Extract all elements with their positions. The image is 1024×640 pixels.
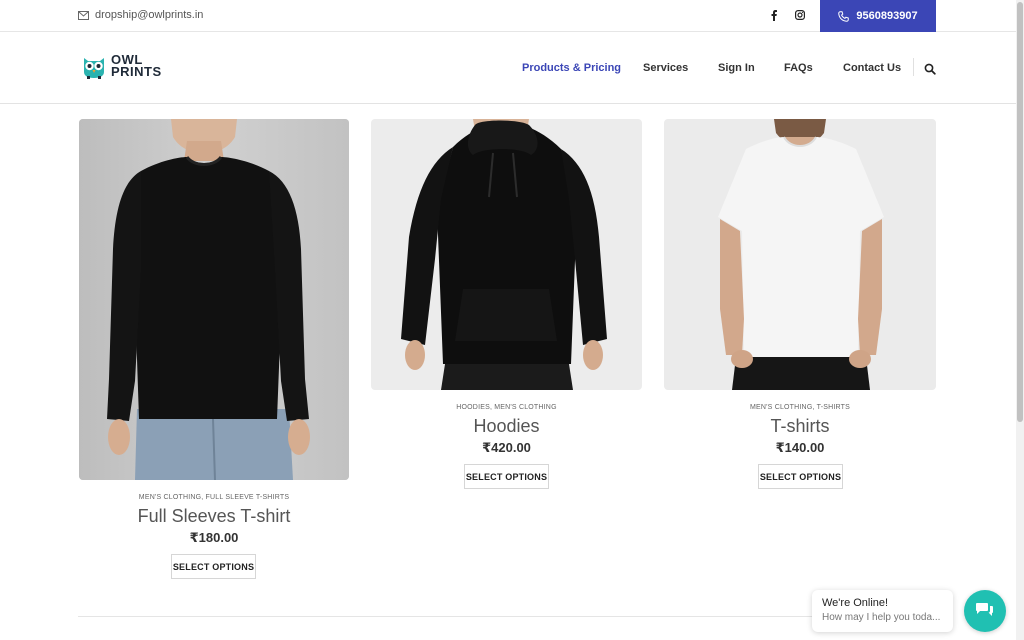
select-options-button[interactable]: SELECT OPTIONS — [171, 554, 256, 579]
nav-sign-in[interactable]: Sign In — [718, 62, 755, 74]
product-categories[interactable]: MEN'S CLOTHING, FULL SLEEVE T-SHIRTS — [79, 494, 349, 501]
logo-line2: PRINTS — [111, 64, 162, 79]
page-scrollbar[interactable] — [1016, 0, 1024, 640]
nav-divider — [913, 58, 914, 76]
phone-button[interactable]: 9560893907 — [820, 0, 936, 32]
nav-services[interactable]: Services — [643, 62, 688, 74]
site-header: OWL PRINTS Products & Pricing Services S… — [0, 33, 1016, 104]
phone-icon — [838, 10, 850, 22]
chat-greeting-bubble[interactable]: We're Online! How may I help you toda... — [812, 590, 953, 632]
top-bar: dropship@owlprints.in 9560893907 — [0, 0, 1016, 32]
product-title[interactable]: Full Sleeves T-shirt — [79, 506, 349, 527]
nav-faqs[interactable]: FAQs — [784, 62, 813, 74]
chat-prompt: How may I help you toda... — [822, 612, 941, 623]
product-title[interactable]: Hoodies — [371, 416, 642, 437]
product-price: ₹180.00 — [189, 530, 239, 545]
owl-logo-icon — [84, 58, 104, 79]
product-card-t-shirts: MEN'S CLOTHING, T-SHIRTS T-shirts ₹140.0… — [664, 119, 936, 491]
product-title[interactable]: T-shirts — [664, 416, 936, 437]
chat-launcher-button[interactable] — [964, 590, 1006, 632]
instagram-icon[interactable] — [794, 9, 806, 21]
chat-status: We're Online! — [822, 597, 889, 609]
select-options-button[interactable]: SELECT OPTIONS — [464, 464, 549, 489]
mail-icon — [78, 10, 89, 20]
product-price: ₹140.00 — [775, 440, 825, 455]
product-categories[interactable]: MEN'S CLOTHING, T-SHIRTS — [664, 404, 936, 411]
product-image[interactable] — [664, 119, 936, 390]
product-card-hoodies: HOODIES, MEN'S CLOTHING Hoodies ₹420.00 … — [371, 119, 642, 491]
phone-number: 9560893907 — [856, 10, 918, 22]
nav-products-pricing[interactable]: Products & Pricing — [522, 62, 621, 74]
product-image[interactable] — [371, 119, 642, 390]
facebook-icon[interactable] — [768, 9, 780, 21]
scrollbar-thumb[interactable] — [1017, 2, 1023, 422]
nav-contact-us[interactable]: Contact Us — [843, 62, 901, 74]
section-divider — [78, 616, 936, 617]
product-card-full-sleeves: MEN'S CLOTHING, FULL SLEEVE T-SHIRTS Ful… — [79, 119, 349, 584]
product-categories[interactable]: HOODIES, MEN'S CLOTHING — [371, 404, 642, 411]
site-logo[interactable]: OWL PRINTS — [81, 53, 162, 79]
search-icon[interactable] — [924, 62, 936, 75]
chat-icon — [976, 603, 993, 616]
product-image[interactable] — [79, 119, 349, 480]
select-options-button[interactable]: SELECT OPTIONS — [758, 464, 843, 489]
email-link[interactable]: dropship@owlprints.in — [78, 9, 203, 21]
product-price: ₹420.00 — [482, 440, 531, 455]
email-text: dropship@owlprints.in — [95, 9, 204, 21]
